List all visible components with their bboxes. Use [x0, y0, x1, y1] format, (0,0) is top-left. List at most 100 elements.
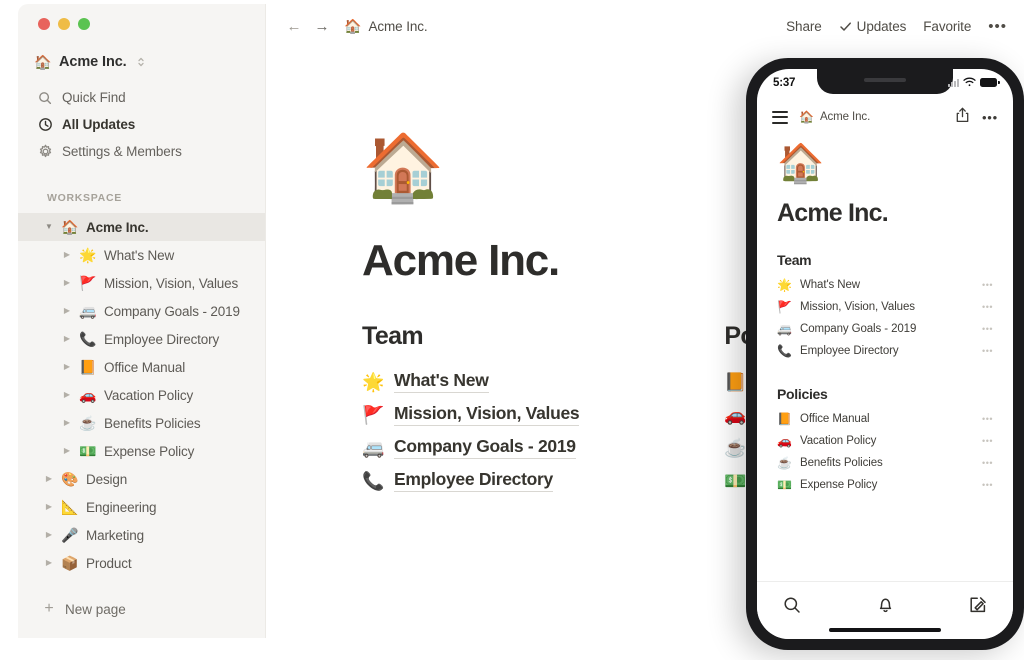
phone-link-row[interactable]: 🌟 What's New ••• [777, 274, 993, 296]
sidebar-tree-item[interactable]: ▶ 🚐 Company Goals - 2019 [18, 297, 265, 325]
phone-row-more-icon[interactable]: ••• [982, 458, 993, 468]
page-emoji-icon: 🏠 [61, 219, 79, 235]
phone-row-more-icon[interactable]: ••• [982, 302, 993, 312]
chevron-right-icon[interactable]: ▶ [62, 307, 72, 315]
sidebar-tree-item-label: Vacation Policy [104, 387, 194, 403]
sidebar-tree-item[interactable]: ▶ 📦 Product [18, 549, 265, 577]
phone-section-heading: Policies [777, 386, 828, 402]
chevron-right-icon[interactable]: ▶ [44, 475, 54, 483]
phone-nav-actions: ••• [955, 107, 998, 128]
sidebar-item-label: Quick Find [62, 90, 126, 105]
share-icon[interactable] [955, 107, 970, 128]
chevron-right-icon[interactable]: ▶ [62, 251, 72, 259]
phone-link-row[interactable]: 🚩 Mission, Vision, Values ••• [777, 296, 993, 318]
chevron-right-icon[interactable]: ▶ [62, 363, 72, 371]
sidebar-tree-item[interactable]: ▶ 🎨 Design [18, 465, 265, 493]
page-emoji-icon: 🚗 [777, 434, 792, 448]
phone-link-row[interactable]: 📞 Employee Directory ••• [777, 340, 993, 362]
phone-link-row[interactable]: 💵 Expense Policy ••• [777, 474, 993, 496]
phone-link-row[interactable]: 🚗 Vacation Policy ••• [777, 430, 993, 452]
phone-link-label: Vacation Policy [800, 435, 877, 447]
page-link-row[interactable]: 🚐 Company Goals - 2019 [362, 431, 579, 464]
phone-link-row[interactable]: 📙 Office Manual ••• [777, 408, 993, 430]
sidebar: 🏠 Acme Inc. Quick Find All Updates Setti… [18, 4, 266, 638]
chevron-updown-icon [137, 56, 145, 68]
sidebar-tree-item-label: Mission, Vision, Values [104, 275, 239, 291]
phone-link-label: Employee Directory [800, 345, 899, 357]
chevron-right-icon[interactable]: ▶ [44, 531, 54, 539]
page-emoji-icon: 📙 [79, 359, 97, 375]
chevron-right-icon[interactable]: ▶ [62, 391, 72, 399]
phone-link-row[interactable]: 🚐 Company Goals - 2019 ••• [777, 318, 993, 340]
updates-label: Updates [856, 19, 907, 34]
search-icon[interactable] [783, 596, 801, 614]
sidebar-item-label: All Updates [62, 117, 136, 132]
updates-button[interactable]: Updates [839, 19, 907, 34]
chevron-right-icon[interactable]: ▶ [62, 447, 72, 455]
favorite-button[interactable]: Favorite [923, 19, 971, 34]
phone-link-label: What's New [800, 279, 860, 291]
page-emoji-icon: 💵 [777, 478, 792, 492]
favorite-label: Favorite [923, 19, 972, 34]
phone-row-more-icon[interactable]: ••• [982, 280, 993, 290]
page-emoji-icon: 🚩 [777, 300, 792, 314]
page-emoji-icon: 📦 [61, 555, 79, 571]
sidebar-tree-item[interactable]: ▶ 📞 Employee Directory [18, 325, 265, 353]
sidebar-tree-item-label: Engineering [86, 499, 157, 515]
hamburger-menu-icon[interactable] [772, 110, 788, 124]
phone-row-more-icon[interactable]: ••• [982, 480, 993, 490]
signal-bars-icon [948, 79, 959, 87]
sidebar-tree-item[interactable]: ▶ 🚩 Mission, Vision, Values [18, 269, 265, 297]
page-emoji-icon: 🚩 [362, 404, 385, 425]
sidebar-item-settings-members[interactable]: Settings & Members [32, 138, 257, 165]
chevron-right-icon[interactable]: ▶ [62, 335, 72, 343]
phone-row-more-icon[interactable]: ••• [982, 414, 993, 424]
arrow-left-icon[interactable]: ← [286, 19, 302, 34]
chevron-right-icon[interactable]: ▶ [62, 279, 72, 287]
page-emoji-icon: 📙 [724, 371, 747, 392]
chevron-right-icon[interactable]: ▶ [44, 503, 54, 511]
arrow-right-icon[interactable]: → [314, 19, 330, 34]
sidebar-tree-item[interactable]: ▼ 🏠 Acme Inc. [18, 213, 265, 241]
sidebar-tree-item[interactable]: ▶ 🚗 Vacation Policy [18, 381, 265, 409]
page-link-label: Mission, Vision, Values [394, 403, 580, 426]
workspace-switcher[interactable]: 🏠 Acme Inc. [34, 51, 145, 73]
wifi-icon [963, 74, 976, 92]
page-emoji-icon: ☕ [79, 415, 97, 431]
sidebar-tree-item[interactable]: ▶ 📐 Engineering [18, 493, 265, 521]
page-link-row[interactable]: 📞 Employee Directory [362, 464, 579, 497]
more-options-icon[interactable]: ••• [988, 19, 1007, 34]
sidebar-tree-item[interactable]: ▶ 🎤 Marketing [18, 521, 265, 549]
sidebar-tree-item[interactable]: ▶ 📙 Office Manual [18, 353, 265, 381]
sidebar-tree-item[interactable]: ▶ 🌟 What's New [18, 241, 265, 269]
phone-row-more-icon[interactable]: ••• [982, 324, 993, 334]
minimize-button[interactable] [58, 18, 70, 30]
chevron-right-icon[interactable]: ▶ [44, 559, 54, 567]
phone-breadcrumb[interactable]: 🏠 Acme Inc. [799, 110, 870, 124]
sidebar-tree-item[interactable]: ▶ ☕ Benefits Policies [18, 409, 265, 437]
top-bar-left: ← → 🏠 Acme Inc. [266, 18, 428, 35]
close-button[interactable] [38, 18, 50, 30]
page-emoji-icon: 🚗 [724, 404, 747, 425]
phone-link-row[interactable]: ☕ Benefits Policies ••• [777, 452, 993, 474]
phone-breadcrumb-label: Acme Inc. [819, 111, 871, 123]
chevron-right-icon[interactable]: ▶ [62, 419, 72, 427]
sidebar-tree-item-label: What's New [104, 247, 175, 263]
chevron-down-icon[interactable]: ▼ [44, 223, 54, 231]
breadcrumb[interactable]: 🏠 Acme Inc. [344, 18, 428, 35]
compose-icon[interactable] [969, 596, 987, 614]
sidebar-tree-item[interactable]: ▶ 💵 Expense Policy [18, 437, 265, 465]
bell-icon[interactable] [877, 596, 894, 614]
zoom-button[interactable] [78, 18, 90, 30]
sidebar-item-all-updates[interactable]: All Updates [32, 111, 257, 138]
page-emoji-icon: 📞 [362, 470, 385, 491]
page-link-row[interactable]: 🚩 Mission, Vision, Values [362, 398, 580, 431]
phone-row-more-icon[interactable]: ••• [982, 436, 993, 446]
sidebar-item-quick-find[interactable]: Quick Find [32, 84, 257, 111]
share-button[interactable]: Share [786, 19, 822, 34]
page-link-label: What's New [394, 370, 489, 393]
page-link-row[interactable]: 🌟 What's New [362, 365, 579, 398]
phone-more-options-icon[interactable]: ••• [982, 111, 998, 124]
new-page-button[interactable]: + New page [18, 594, 265, 624]
phone-row-more-icon[interactable]: ••• [982, 346, 993, 356]
